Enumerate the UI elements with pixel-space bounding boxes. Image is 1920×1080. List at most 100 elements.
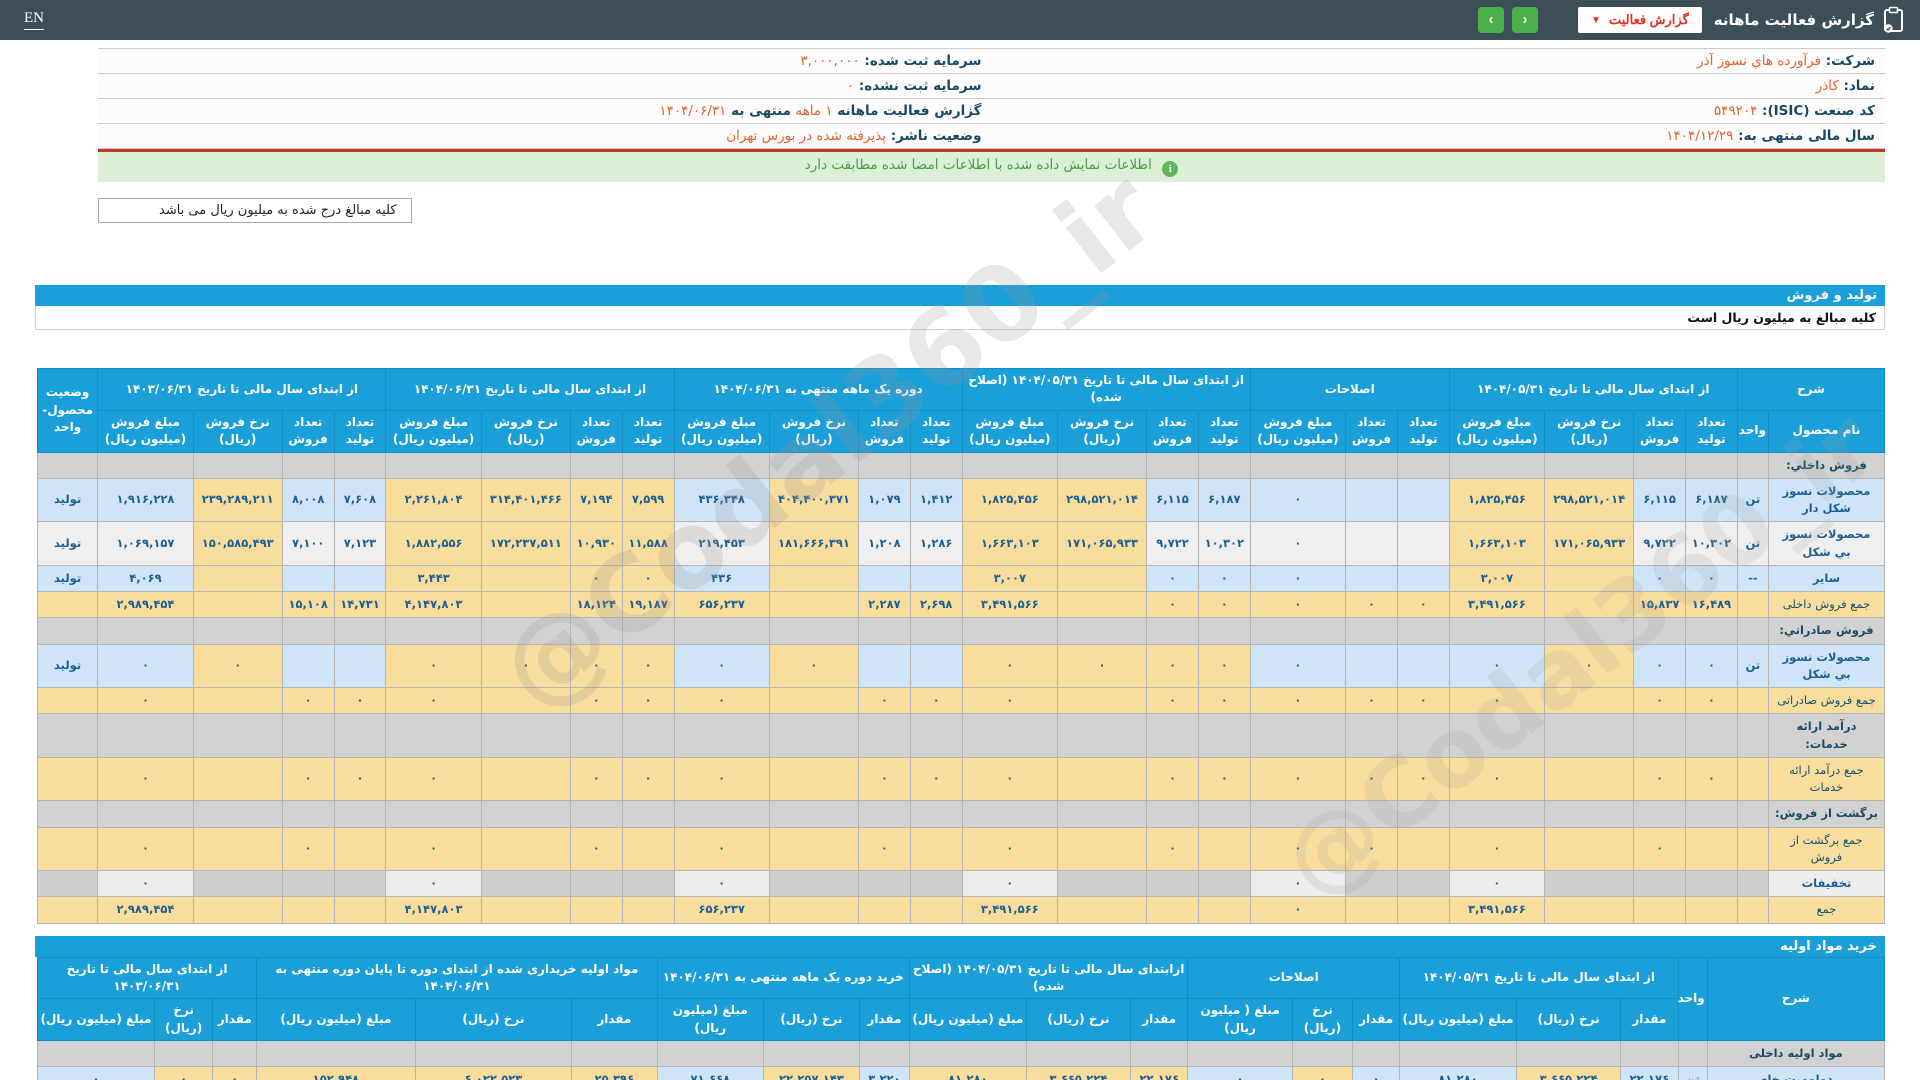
empty-cell bbox=[1056, 451, 1148, 479]
value-cell: ۳,۴۹۱,۵۶۶ bbox=[961, 591, 1058, 619]
value-cell: ۱۶,۴۸۹ bbox=[1685, 591, 1738, 619]
empty-cell bbox=[1146, 617, 1199, 645]
value-cell: ۱۵۲,۹۴۸ bbox=[256, 1066, 416, 1080]
section-row: درآمد ارائه خدمات: bbox=[36, 713, 1886, 758]
value-cell: تن bbox=[1736, 643, 1769, 689]
empty-cell bbox=[961, 617, 1058, 645]
empty-cell bbox=[1736, 713, 1769, 758]
empty-cell bbox=[1685, 713, 1738, 758]
report-type-dropdown[interactable]: گزارش فعالیت ▼ bbox=[1578, 7, 1702, 33]
column-header: مبلغ (میلیون ریال) bbox=[256, 998, 416, 1042]
language-toggle[interactable]: EN bbox=[24, 10, 44, 30]
column-header: نرخ فروش (ریال) bbox=[1056, 409, 1148, 453]
value-cell bbox=[1633, 870, 1687, 898]
value-cell: ۴۰۴,۴۰۰,۳۷۱ bbox=[768, 477, 860, 523]
amounts-note-box: کلیه مبالغ درج شده به میلیون ریال می باش… bbox=[98, 198, 412, 223]
info-cell-left: گزارش فعالیت ماهانه ۱ ماهه منتهی به ۱۴۰۴… bbox=[98, 99, 992, 123]
value-cell bbox=[1197, 896, 1251, 924]
empty-cell bbox=[333, 713, 387, 758]
value-cell: ۶,۱۸۷ bbox=[1685, 477, 1738, 523]
column-header: نرخ (ریال) bbox=[762, 998, 860, 1042]
value-cell bbox=[768, 756, 860, 802]
value-cell: تن bbox=[1736, 477, 1769, 523]
value-cell bbox=[480, 870, 571, 898]
value-cell bbox=[1544, 687, 1635, 715]
value-cell: ۰ bbox=[768, 643, 860, 689]
empty-cell bbox=[1396, 800, 1450, 828]
section-label-cell: فروش صادراتي: bbox=[1767, 617, 1886, 645]
value-cell bbox=[909, 896, 963, 924]
empty-cell bbox=[281, 713, 335, 758]
empty-cell bbox=[1197, 617, 1251, 645]
empty-cell bbox=[768, 713, 860, 758]
value-cell: ۰ bbox=[1396, 756, 1450, 802]
empty-cell bbox=[385, 451, 482, 479]
value-cell bbox=[480, 896, 571, 924]
value-cell bbox=[768, 687, 860, 715]
value-cell: ۰ bbox=[97, 687, 194, 715]
value-cell bbox=[192, 591, 283, 619]
value-cell bbox=[1736, 870, 1769, 898]
column-header: مبلغ فروش (میلیون ریال) bbox=[1448, 409, 1546, 453]
value-cell bbox=[858, 896, 911, 924]
value-cell: ۰ bbox=[569, 687, 623, 715]
empty-cell bbox=[762, 1040, 860, 1068]
section-row: فروش داخلي: bbox=[36, 451, 1886, 479]
empty-cell bbox=[36, 800, 99, 828]
value-cell: ۳,۴۴۳ bbox=[385, 564, 482, 593]
row-label-cell: تخفیفات bbox=[1767, 870, 1886, 898]
info-value: ۱ ماهه bbox=[791, 103, 833, 119]
value-cell bbox=[1396, 896, 1450, 924]
value-cell: ۰ bbox=[385, 870, 482, 898]
raw-material-purchase-table: شرح واحد از ابتدای سال مالی تا تاریخ ۱۴۰۴/… bbox=[36, 956, 1886, 1080]
next-report-button[interactable]: › bbox=[1478, 7, 1505, 33]
empty-cell bbox=[1685, 617, 1738, 645]
section-row: فروش صادراتي: bbox=[36, 617, 1886, 645]
empty-cell bbox=[1633, 713, 1687, 758]
row-label-cell: جمع bbox=[1767, 896, 1886, 924]
empty-cell bbox=[1448, 451, 1546, 479]
value-cell bbox=[1056, 896, 1148, 924]
top-bar: گزارش فعالیت ماهانه گزارش فعالیت ▼ ‹ › E… bbox=[0, 0, 1920, 40]
empty-cell bbox=[281, 800, 335, 828]
empty-cell bbox=[1544, 800, 1635, 828]
value-cell: ۰ bbox=[1396, 687, 1450, 715]
row-label-cell: سایر bbox=[1767, 564, 1886, 593]
value-cell: ۰ bbox=[37, 1066, 155, 1080]
value-cell: ۰ bbox=[673, 826, 770, 872]
prev-report-button[interactable]: ‹ bbox=[1512, 7, 1539, 33]
value-cell bbox=[1736, 756, 1769, 802]
row-label-cell: جمع فروش داخلی bbox=[1767, 591, 1886, 619]
table-row: جمع فروش داخلی ۱۶,۴۸۹ ۱۵,۸۳۷ ۳,۴۹۱,۵۶۶ ۰ ۰ ۰ ۰ ۰… bbox=[36, 591, 1886, 619]
value-cell: ۳,۲۲۰ bbox=[858, 1066, 910, 1080]
value-cell: ۶,۱۱۵ bbox=[1146, 477, 1199, 523]
column-header: تعداد تولید bbox=[621, 409, 675, 453]
column-header: مبلغ فروش (میلیون ریال) bbox=[673, 409, 770, 453]
value-cell bbox=[36, 756, 99, 802]
table-row: محصولات نسوز شکل دار تن ۶,۱۸۷ ۶,۱۱۵ ۲۹۸,۵۲۱,… bbox=[36, 477, 1886, 523]
empty-cell bbox=[480, 451, 571, 479]
empty-cell bbox=[858, 1040, 910, 1068]
empty-cell bbox=[1448, 713, 1546, 758]
empty-cell bbox=[333, 617, 387, 645]
info-value: ۱۴۰۴/۰۶/۳۱ bbox=[659, 103, 727, 119]
column-group-header: اصلاحات bbox=[1249, 368, 1450, 411]
value-cell: ۶,۱۸۷ bbox=[1197, 477, 1251, 523]
value-cell bbox=[909, 643, 963, 689]
value-cell: ۲۲,۲۵۷,۱۴۳ bbox=[762, 1066, 860, 1080]
value-cell: ۹,۷۲۲ bbox=[1633, 521, 1687, 566]
value-cell: ۰ bbox=[569, 564, 623, 593]
value-cell bbox=[480, 591, 571, 619]
value-cell: ۱,۲۸۶ bbox=[909, 521, 963, 566]
value-cell: ۲,۲۸۷ bbox=[858, 591, 911, 619]
value-cell: ۰ bbox=[385, 643, 482, 689]
value-cell: ۰ bbox=[1633, 756, 1687, 802]
value-cell bbox=[480, 564, 571, 593]
value-cell: ۰ bbox=[1352, 1066, 1401, 1080]
value-cell: ۰ bbox=[97, 756, 194, 802]
value-cell: ۰ bbox=[1685, 687, 1738, 715]
value-cell bbox=[281, 564, 335, 593]
empty-cell bbox=[192, 713, 283, 758]
empty-cell bbox=[1685, 800, 1738, 828]
column-header: نرخ فروش (ریال) bbox=[1544, 409, 1635, 453]
